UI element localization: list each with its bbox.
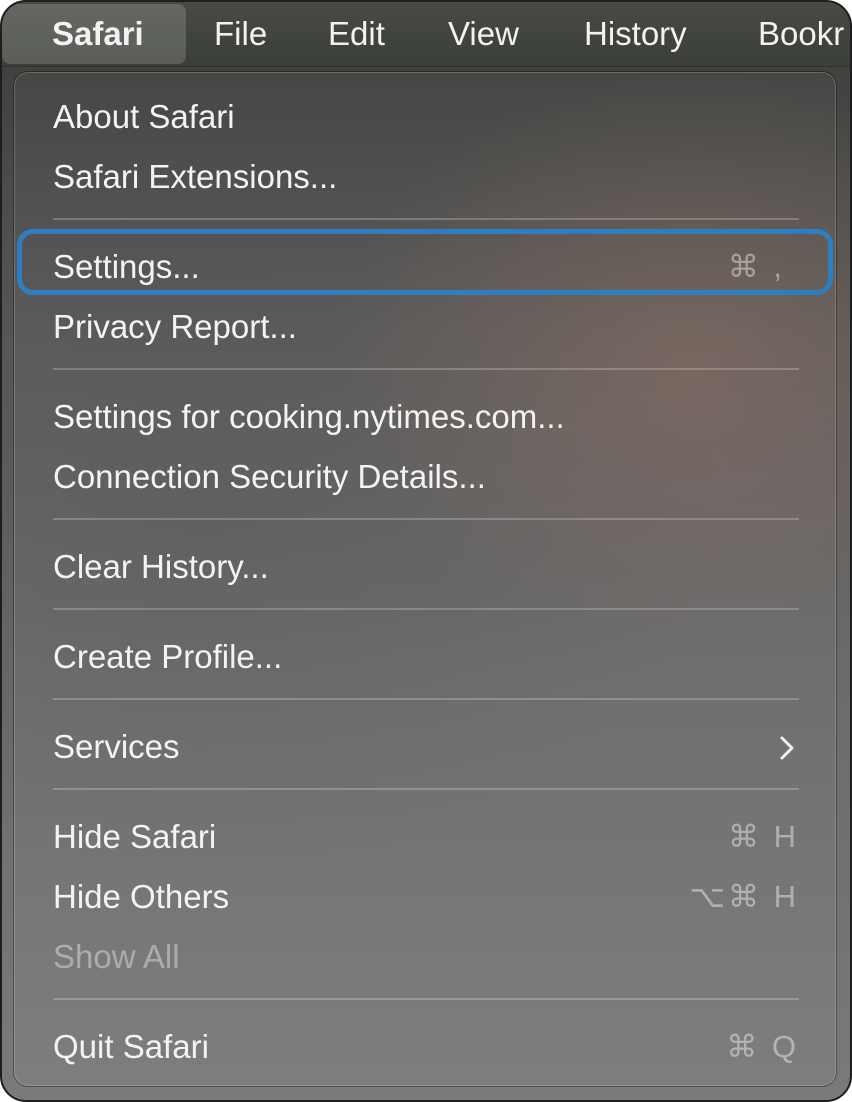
menu-item-about-safari[interactable]: About Safari [53, 89, 799, 145]
menu-separator [53, 218, 799, 220]
menu-separator [53, 368, 799, 370]
menu-item-quit-safari[interactable]: Quit Safari ⌘ Q [53, 1019, 799, 1075]
menubar-edit[interactable]: Edit [328, 2, 385, 66]
shortcut-settings: ⌘ , [727, 249, 785, 284]
menu-item-create-profile[interactable]: Create Profile... [53, 629, 799, 685]
menu-item-label: Show All [53, 938, 180, 975]
menu-item-label: Connection Security Details... [53, 458, 486, 495]
menu-bar: Safari File Edit View History Bookr [2, 2, 850, 67]
shortcut-hide-safari: ⌘ H [728, 819, 799, 854]
menu-separator [53, 518, 799, 520]
menu-item-services[interactable]: Services [53, 719, 799, 775]
menubar-file[interactable]: File [214, 2, 267, 66]
menu-item-clear-history[interactable]: Clear History... [53, 539, 799, 595]
menu-item-label: Quit Safari [53, 1028, 209, 1065]
menu-item-label: Hide Others [53, 878, 230, 915]
screenshot-frame: Safari File Edit View History Bookr Abou… [0, 0, 852, 1102]
menu-separator [53, 788, 799, 790]
menu-item-hide-others[interactable]: Hide Others ⌥⌘ H [53, 869, 799, 925]
menubar-view[interactable]: View [448, 2, 519, 66]
menu-item-label: Clear History... [53, 548, 269, 585]
menubar-bookmarks[interactable]: Bookr [758, 2, 844, 66]
shortcut-hide-others: ⌥⌘ H [689, 879, 799, 914]
shortcut-quit: ⌘ Q [726, 1029, 799, 1064]
menu-separator [53, 608, 799, 610]
menu-item-safari-extensions[interactable]: Safari Extensions... [53, 149, 799, 205]
menu-item-label: Settings... [53, 248, 200, 285]
menu-item-label: Privacy Report... [53, 308, 297, 345]
chevron-right-icon [780, 736, 794, 760]
menu-item-settings[interactable]: Settings... ⌘ , [53, 239, 799, 295]
menubar-history[interactable]: History [584, 2, 687, 66]
safari-menu-dropdown: About Safari Safari Extensions... Settin… [14, 72, 836, 1086]
menu-item-privacy-report[interactable]: Privacy Report... [53, 299, 799, 355]
menu-item-site-settings[interactable]: Settings for cooking.nytimes.com... [53, 389, 799, 445]
menu-item-label: Create Profile... [53, 638, 283, 675]
menu-separator [53, 698, 799, 700]
menu-item-connection-security[interactable]: Connection Security Details... [53, 449, 799, 505]
menu-item-show-all: Show All [53, 929, 799, 985]
menu-item-hide-safari[interactable]: Hide Safari ⌘ H [53, 809, 799, 865]
menu-item-label: Hide Safari [53, 818, 217, 855]
menu-item-label: Services [53, 728, 180, 765]
menu-separator [53, 998, 799, 1000]
menu-item-label: Safari Extensions... [53, 158, 338, 195]
menu-item-label: About Safari [53, 98, 235, 135]
menu-item-label: Settings for cooking.nytimes.com... [53, 398, 565, 435]
menubar-safari[interactable]: Safari [2, 4, 186, 64]
